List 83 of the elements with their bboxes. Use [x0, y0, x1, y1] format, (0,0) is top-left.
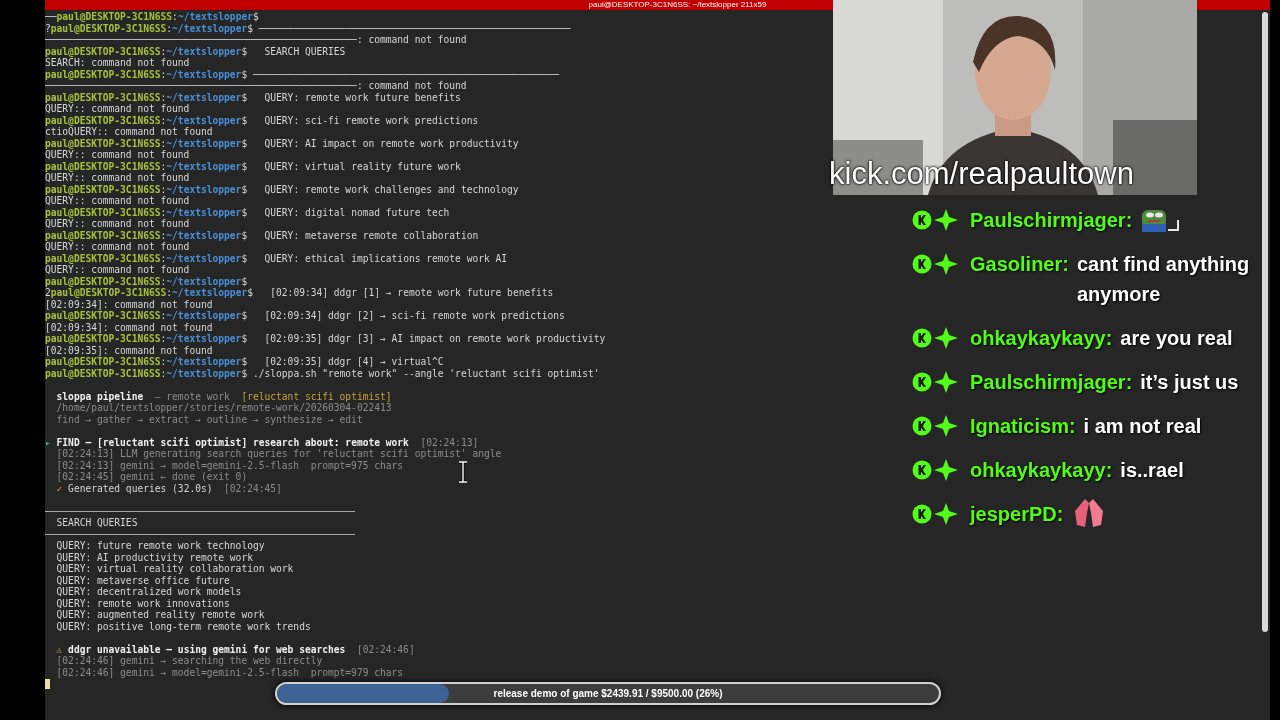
terminal-line: QUERY: AI productivity remote work — [55, 551, 253, 563]
chat-username[interactable]: Gasoliner: — [970, 249, 1069, 279]
terminal-line: [02:24:45] gemini ← done (exit 0) — [55, 471, 248, 483]
terminal-line: paul@DESKTOP-3C1N6SS:~/textslopper$ [02:09:34] ddgr [2] → sci-fi remote work predictions — [45, 310, 565, 322]
terminal-line: ▸ FIND — [reluctant scifi optimist] research about: remote work [02:24:13] — [45, 436, 479, 448]
terminal-line: QUERY:: command not found — [45, 241, 190, 253]
terminal-line: /home/paul/textslopper/stories/remote-work/20260304-022413 — [55, 402, 392, 414]
badge-icon — [912, 254, 932, 274]
terminal-line: sloppa pipeline — remote work [reluctant scifi optimist] — [55, 390, 392, 402]
terminal-line: paul@DESKTOP-3C1N6SS:~/textslopper$ ./sloppa.sh "remote work" --angle 'reluctant scifi optimist' — [45, 367, 600, 379]
chat-username[interactable]: ohkaykaykayy: — [970, 323, 1113, 353]
terminal-line: QUERY:: command not found — [45, 264, 190, 276]
terminal-line: ctioQUERY:: command not found — [45, 126, 213, 138]
terminal-line: paul@DESKTOP-3C1N6SS:~/textslopper$ QUERY: remote work future benefits — [45, 91, 461, 103]
terminal-line: paul@DESKTOP-3C1N6SS:~/textslopper$ QUERY: sci-fi remote work predictions — [45, 114, 479, 126]
badge-icon — [912, 328, 932, 348]
sparkle-icon — [934, 327, 958, 349]
terminal-line: paul@DESKTOP-3C1N6SS:~/textslopper$ — [45, 275, 248, 287]
goal-label: release demo of game $2439.91 / $9500.00 (26%) — [492, 687, 724, 701]
chat-username[interactable]: Paulschirmjager: — [970, 367, 1133, 397]
terminal-line: ?paul@DESKTOP-3C1N6SS:~/textslopper$ ────────────────────────────────────────────────────── — [45, 22, 571, 34]
sparkle-icon — [934, 209, 958, 231]
terminal-line: SEARCH: command not found — [45, 57, 190, 69]
terminal-line: paul@DESKTOP-3C1N6SS:~/textslopper$ QUERY: remote work challenges and technology — [45, 183, 519, 195]
terminal-line: QUERY:: command not found — [45, 103, 190, 115]
terminal-line: ──────────────────────────────────────────────────────: command not found — [45, 80, 467, 92]
chat-username[interactable]: Paulschirmjager: — [970, 205, 1133, 235]
badge-icon — [912, 210, 932, 230]
terminal-line: [02:09:34]: command not found — [45, 298, 213, 310]
terminal-line: paul@DESKTOP-3C1N6SS:~/textslopper$ [02:09:35] ddgr [3] → AI impact on remote work productivity — [45, 333, 606, 345]
chat-message-text: is..rael — [1120, 458, 1184, 483]
sparkle-icon — [934, 253, 958, 275]
sparkle-icon — [934, 503, 958, 525]
terminal-line: [02:24:13] gemini → model=gemini-2.5-flash prompt=975 chars — [55, 459, 404, 471]
terminal-line: QUERY: decentralized work models — [55, 586, 242, 598]
terminal-line: ──paul@DESKTOP-3C1N6SS:~/textslopper$ — [45, 11, 259, 23]
badge-icon — [912, 416, 932, 436]
chat-username[interactable]: ohkaykaykayy: — [970, 455, 1113, 485]
terminal-cursor — [45, 678, 50, 689]
terminal-line: paul@DESKTOP-3C1N6SS:~/textslopper$ SEARCH QUERIES — [45, 45, 346, 57]
badge-icon — [912, 372, 932, 392]
chat-message-text: cant find anything anymore — [1076, 252, 1251, 307]
terminal-line: paul@DESKTOP-3C1N6SS:~/textslopper$ QUERY: metaverse remote collaboration — [45, 229, 479, 241]
terminal-line: [02:09:34]: command not found — [45, 321, 213, 333]
terminal-line: QUERY: remote work innovations — [55, 597, 230, 609]
sparkle-icon — [934, 371, 958, 393]
terminal-line: QUERY:: command not found — [45, 195, 190, 207]
terminal-line: find → gather → extract → outline → synthesize → edit — [55, 413, 363, 425]
sparkle-icon — [934, 415, 958, 437]
terminal-line: [02:09:35]: command not found — [45, 344, 213, 356]
chat-username[interactable]: jesperPD: — [970, 499, 1064, 529]
terminal-line: ⚠ ddgr unavailable — using gemini for web searches [02:24:46] — [55, 643, 415, 655]
terminal-line: paul@DESKTOP-3C1N6SS:~/textslopper$ [02:09:35] ddgr [4] → virtual^C — [45, 356, 444, 368]
text-cursor-icon — [458, 461, 468, 483]
sparkle-icon — [934, 459, 958, 481]
terminal-line: ✓ Generated queries (32.0s) [02:24:45] — [55, 482, 282, 494]
terminal-line: paul@DESKTOP-3C1N6SS:~/textslopper$ QUERY: AI impact on remote work productivity — [45, 137, 519, 149]
terminal-line: paul@DESKTOP-3C1N6SS:~/textslopper$ QUERY: ethical implications remote work AI — [45, 252, 508, 264]
chat-message-text: are you real — [1120, 326, 1233, 351]
chat-username[interactable]: Ignaticism: — [970, 411, 1076, 441]
terminal-line: QUERY: positive long-term remote work trends — [55, 620, 311, 632]
terminal-line: paul@DESKTOP-3C1N6SS:~/textslopper$ ───────────────────────────────────────────────────── — [45, 68, 560, 80]
terminal-line: [02:24:46] gemini → model=gemini-2.5-flash prompt=979 chars — [55, 666, 404, 678]
terminal-line: [02:24:13] LLM generating search queries for 'reluctant scifi optimist' angle — [55, 448, 502, 460]
terminal-line: QUERY: augmented reality remote work — [55, 609, 265, 621]
badge-icon — [912, 504, 932, 524]
terminal-line: paul@DESKTOP-3C1N6SS:~/textslopper$ QUERY: digital nomad future tech — [45, 206, 450, 218]
terminal-line: ──────────────────────────────────────────────────────: command not found — [45, 34, 467, 46]
chat-message-text: it’s just us — [1140, 370, 1239, 395]
chat-message-text: i am not real — [1083, 414, 1202, 439]
terminal-line: paul@DESKTOP-3C1N6SS:~/textslopper$ QUERY: virtual reality future work — [45, 160, 461, 172]
terminal-line: QUERY:: command not found — [45, 149, 190, 161]
terminal-line: [02:24:46] gemini → searching the web directly — [55, 655, 323, 667]
badge-icon — [912, 460, 932, 480]
terminal-line: QUERY: metaverse office future — [55, 574, 230, 586]
terminal-line: QUERY:: command not found — [45, 172, 190, 184]
terminal-line: QUERY: future remote work technology — [55, 540, 265, 552]
scrollbar[interactable] — [1262, 12, 1268, 632]
terminal-line: QUERY: virtual reality collaboration work — [55, 563, 294, 575]
terminal-line: SEARCH QUERIES — [55, 517, 138, 529]
terminal-line: 2paul@DESKTOP-3C1N6SS:~/textslopper$ [02:09:34] ddgr [1] → remote work future benefits — [45, 287, 554, 299]
terminal-line: QUERY:: command not found — [45, 218, 190, 230]
window-title: paul@DESKTOP-3C1N6SS: ~/textslopper 211x59 — [588, 0, 767, 10]
